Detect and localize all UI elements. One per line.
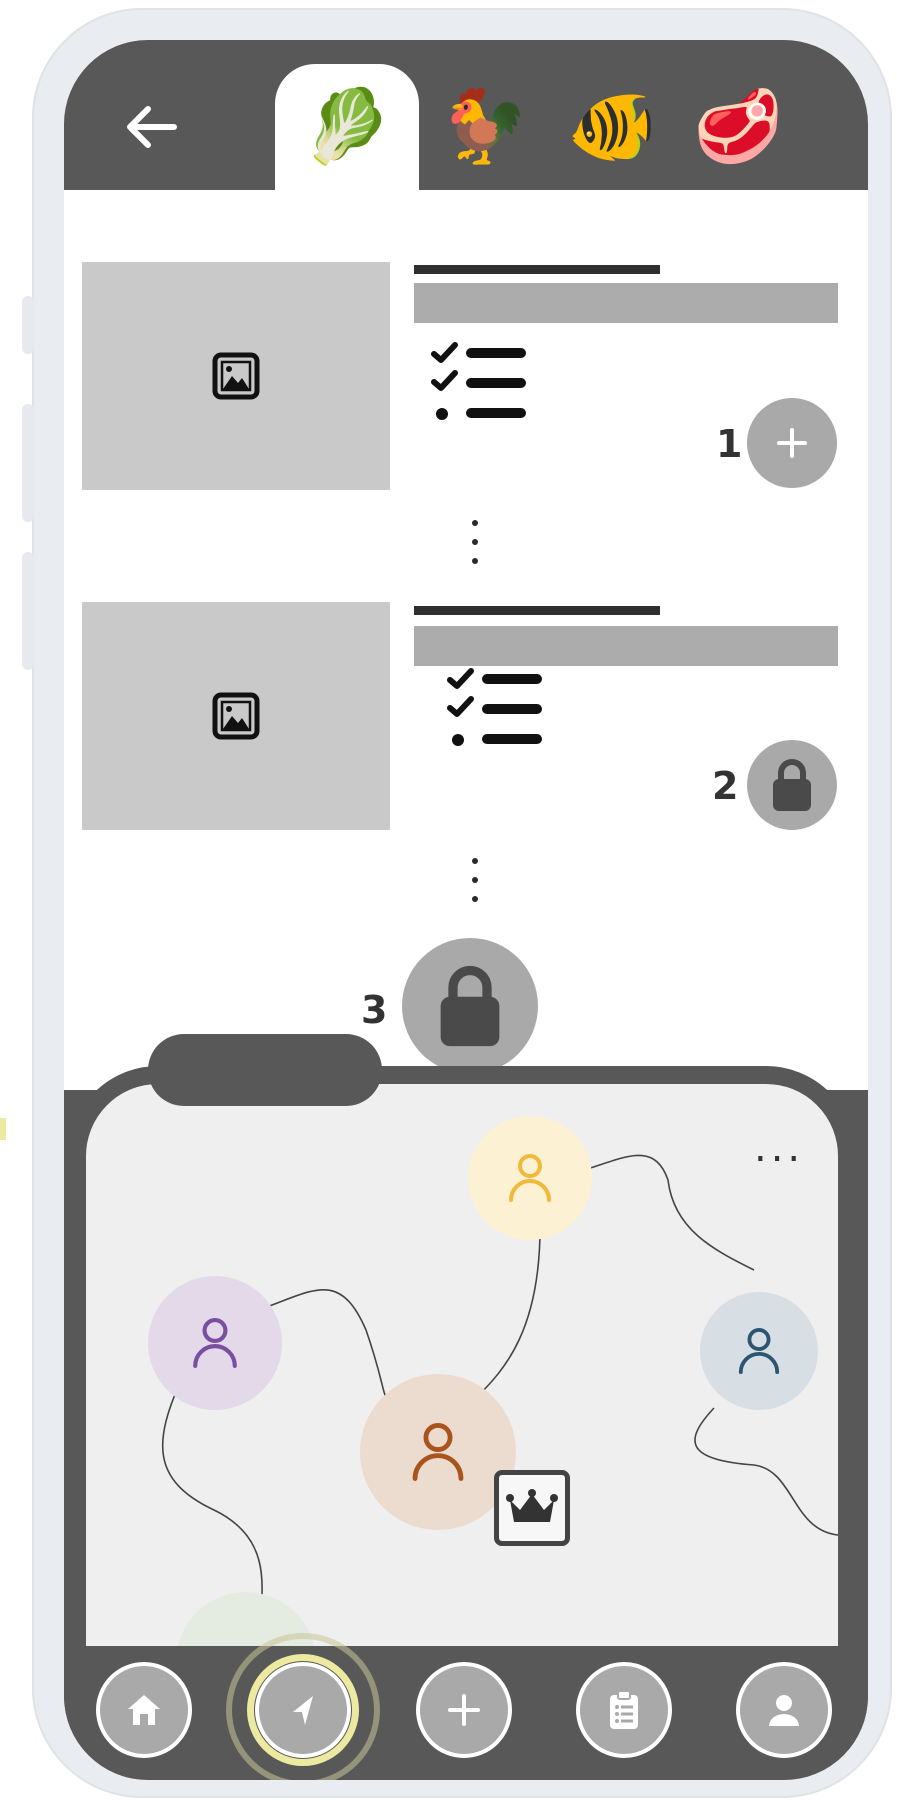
level-number: 2 — [712, 764, 739, 808]
lock-icon — [440, 965, 500, 1047]
user-icon — [509, 1154, 551, 1202]
image-icon — [212, 692, 260, 740]
connector-dots — [470, 858, 480, 915]
home-icon — [128, 1695, 160, 1725]
user-node-purple[interactable] — [148, 1276, 282, 1410]
connector-dots — [470, 520, 480, 577]
user-icon — [193, 1318, 237, 1368]
plus-icon — [777, 428, 807, 458]
checklist-icon — [447, 668, 542, 746]
side-button-volume-down — [22, 552, 34, 670]
level-2-locked-button[interactable] — [747, 740, 837, 830]
navigation-icon — [293, 1696, 313, 1725]
recipe-image-placeholder[interactable] — [82, 602, 390, 830]
user-icon — [769, 1695, 799, 1726]
leader-badge — [494, 1470, 570, 1546]
nav-home-button[interactable] — [96, 1662, 192, 1758]
back-arrow-icon — [127, 106, 177, 148]
recipe-subtitle-placeholder — [414, 626, 838, 666]
side-button-volume-up — [22, 404, 34, 522]
nav-navigate-button[interactable] — [255, 1662, 351, 1758]
more-options-button[interactable]: ... — [754, 1128, 804, 1168]
rooster-icon: 🐓 — [439, 87, 529, 167]
tab-vegetables[interactable]: 🥬 — [275, 64, 419, 190]
recipe-image-placeholder[interactable] — [82, 262, 390, 490]
lettuce-icon: 🥬 — [302, 87, 392, 167]
user-node-yellow[interactable] — [468, 1116, 592, 1240]
nav-profile-button[interactable] — [736, 1662, 832, 1758]
level-number: 1 — [716, 422, 743, 466]
user-node-blue[interactable] — [700, 1292, 818, 1410]
level-3-locked-button[interactable] — [402, 938, 538, 1074]
recipe-title-placeholder — [414, 265, 660, 274]
user-icon — [412, 1423, 464, 1481]
back-button[interactable] — [122, 102, 180, 152]
level-number: 3 — [361, 988, 388, 1032]
user-node-brown[interactable] — [360, 1374, 516, 1530]
lock-icon — [773, 759, 811, 811]
clipboard-icon — [610, 1690, 638, 1729]
checklist-icon — [431, 342, 526, 420]
edge-marker — [0, 1118, 6, 1140]
recipe-subtitle-placeholder — [414, 283, 838, 323]
panel-drag-handle[interactable] — [148, 1034, 382, 1106]
category-tab-bar: 🥬 🐓 🐠 🥩 — [64, 40, 868, 190]
nav-add-button[interactable] — [416, 1662, 512, 1758]
fish-icon: 🐠 — [567, 87, 657, 167]
tab-meat[interactable]: 🥩 — [666, 64, 810, 190]
recipe-list: 1 2 3 — [64, 190, 868, 1090]
side-button-mute — [22, 296, 34, 354]
user-icon — [738, 1328, 780, 1374]
level-1-add-button[interactable] — [747, 398, 837, 488]
recipe-title-placeholder — [414, 606, 660, 615]
crown-icon — [506, 1489, 558, 1522]
steak-icon: 🥩 — [693, 87, 783, 167]
tab-poultry[interactable]: 🐓 — [412, 64, 556, 190]
plus-icon — [448, 1694, 480, 1726]
screen: 🥬 🐓 🐠 🥩 1 2 3 ... — [64, 40, 868, 1780]
tab-fish[interactable]: 🐠 — [540, 64, 684, 190]
image-icon — [212, 352, 260, 400]
nav-list-button[interactable] — [576, 1662, 672, 1758]
